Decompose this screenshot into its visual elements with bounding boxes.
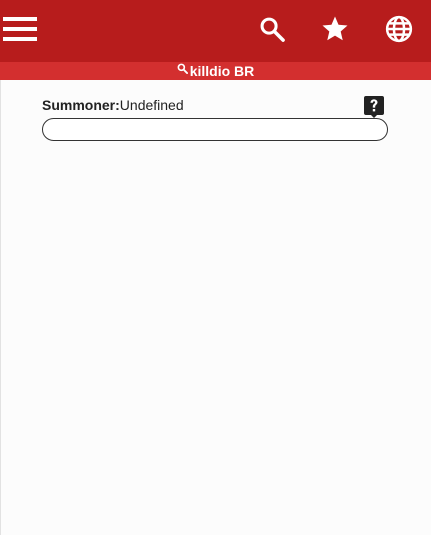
summoner-input[interactable] — [42, 118, 388, 141]
summoner-row: Summoner:Undefined — [42, 96, 184, 114]
globe-icon — [385, 15, 413, 43]
summoner-search-bar[interactable]: killdio BR — [0, 62, 431, 80]
language-button[interactable] — [381, 11, 417, 47]
summoner-label: Summoner: — [42, 97, 120, 113]
help-question-icon — [364, 96, 384, 118]
app-bar — [0, 0, 431, 62]
menu-button[interactable] — [2, 12, 38, 46]
search-icon — [260, 17, 285, 42]
search-button[interactable] — [254, 11, 290, 47]
search-icon — [177, 63, 188, 74]
help-button[interactable] — [364, 96, 384, 118]
star-icon — [322, 16, 348, 41]
hamburger-menu-icon — [3, 17, 37, 41]
favorites-button[interactable] — [317, 11, 353, 47]
summoner-search-text: killdio BR — [189, 63, 255, 79]
summoner-value: Undefined — [119, 97, 184, 113]
page-left-edge — [0, 80, 1, 535]
